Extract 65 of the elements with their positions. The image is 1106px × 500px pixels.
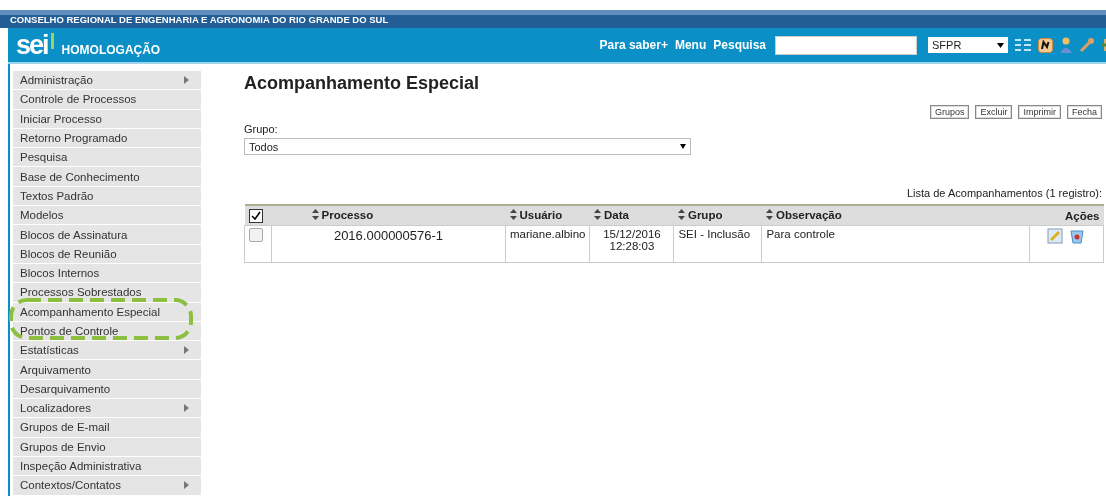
org-title: CONSELHO REGIONAL DE ENGENHARIA E AGRONOMIA DO RIO GRANDE DO SUL [9, 14, 389, 27]
logo[interactable]: sei [16, 32, 54, 58]
menu-item[interactable]: Processos Sobrestados [13, 283, 201, 303]
menu-item[interactable]: Base de Conhecimento [13, 167, 201, 187]
menu-item[interactable]: Iniciar Processo [13, 109, 201, 129]
submenu-arrow-icon [184, 76, 189, 85]
column-header: Ações [1064, 209, 1100, 222]
table-caption: Lista de Acompanhamentos (1 registro): [905, 187, 1102, 199]
action-button[interactable]: Grupos [929, 105, 970, 119]
column-header: Processo [321, 208, 374, 221]
menu-item[interactable]: Administração [13, 71, 201, 91]
sort-icon[interactable] [677, 209, 685, 221]
nav-link[interactable]: Menu [674, 38, 707, 52]
table-cell: SEI - Inclusão [678, 228, 751, 240]
column-header: Observação [775, 208, 842, 221]
menu-item[interactable]: Contextos/Contatos [13, 476, 201, 496]
menu-item[interactable]: Localizadores [13, 399, 201, 419]
menu-item[interactable]: Textos Padrão [13, 186, 201, 207]
action-button[interactable]: Imprimir [1018, 105, 1061, 119]
nav-link[interactable]: Para saber+ [599, 38, 668, 52]
menu-item[interactable]: Pesquisa [13, 148, 201, 168]
group-select[interactable]: Todos [244, 138, 691, 155]
process-link[interactable]: 2016.000000576-1 [333, 228, 444, 243]
submenu-arrow-icon [184, 346, 189, 355]
dropdown-arrow-icon [680, 144, 686, 149]
sort-icon[interactable] [509, 209, 517, 221]
submenu-arrow-icon [184, 481, 189, 490]
dropdown-arrow-icon [997, 42, 1004, 48]
action-button[interactable]: Fecha [1067, 105, 1102, 119]
notepad-icon[interactable] [1038, 37, 1053, 53]
sort-icon[interactable] [593, 209, 601, 221]
menu-item[interactable]: Blocos de Assinatura [13, 225, 201, 245]
nav-link[interactable]: Pesquisa [713, 38, 766, 52]
field-label: Grupo: [244, 123, 279, 135]
table-cell: 15/12/2016 12:28:03 [603, 228, 661, 252]
column-header: Data [603, 208, 629, 221]
menu-item[interactable]: Controle de Processos [13, 90, 201, 110]
menu-item[interactable]: Desarquivamento [13, 379, 201, 400]
menu-item[interactable]: Inspeção Administrativa [13, 456, 201, 477]
row-checkbox[interactable] [249, 228, 263, 242]
menu-item[interactable]: Blocos Internos [13, 263, 201, 284]
delete-icon[interactable] [1069, 228, 1085, 244]
environment-label: HOMOLOGAÇÃO [61, 43, 161, 57]
menu-item[interactable]: Blocos de Reunião [13, 244, 201, 264]
menu-item[interactable]: Retorno Programado [13, 128, 201, 149]
menu-item[interactable]: Acompanhamento Especial [13, 302, 201, 322]
submenu-arrow-icon [184, 404, 189, 413]
sort-icon[interactable] [765, 209, 773, 221]
list-icon[interactable] [1015, 38, 1031, 52]
table-cell: Para controle [766, 228, 835, 240]
table-cell: mariane.albino [510, 228, 586, 240]
unit-select[interactable]: SFPR [928, 37, 1008, 53]
menu-item[interactable]: Grupos de E-mail [13, 418, 201, 438]
menu-item[interactable]: Modelos [13, 206, 201, 226]
search-field[interactable] [775, 35, 917, 55]
menu-item[interactable]: Pontos de Controle [13, 321, 201, 342]
action-button[interactable]: Excluir [975, 105, 1013, 119]
menu-item[interactable]: Estatísticas [13, 341, 201, 361]
select-all-checkbox[interactable] [248, 208, 263, 223]
menu-item[interactable]: Grupos de Envio [13, 437, 201, 457]
column-header: Grupo [687, 208, 723, 221]
menu-item[interactable]: Arquivamento [13, 360, 201, 380]
sort-icon[interactable] [311, 209, 319, 221]
column-header: Usuário [519, 208, 563, 221]
page-title: Acompanhamento Especial [244, 73, 481, 94]
